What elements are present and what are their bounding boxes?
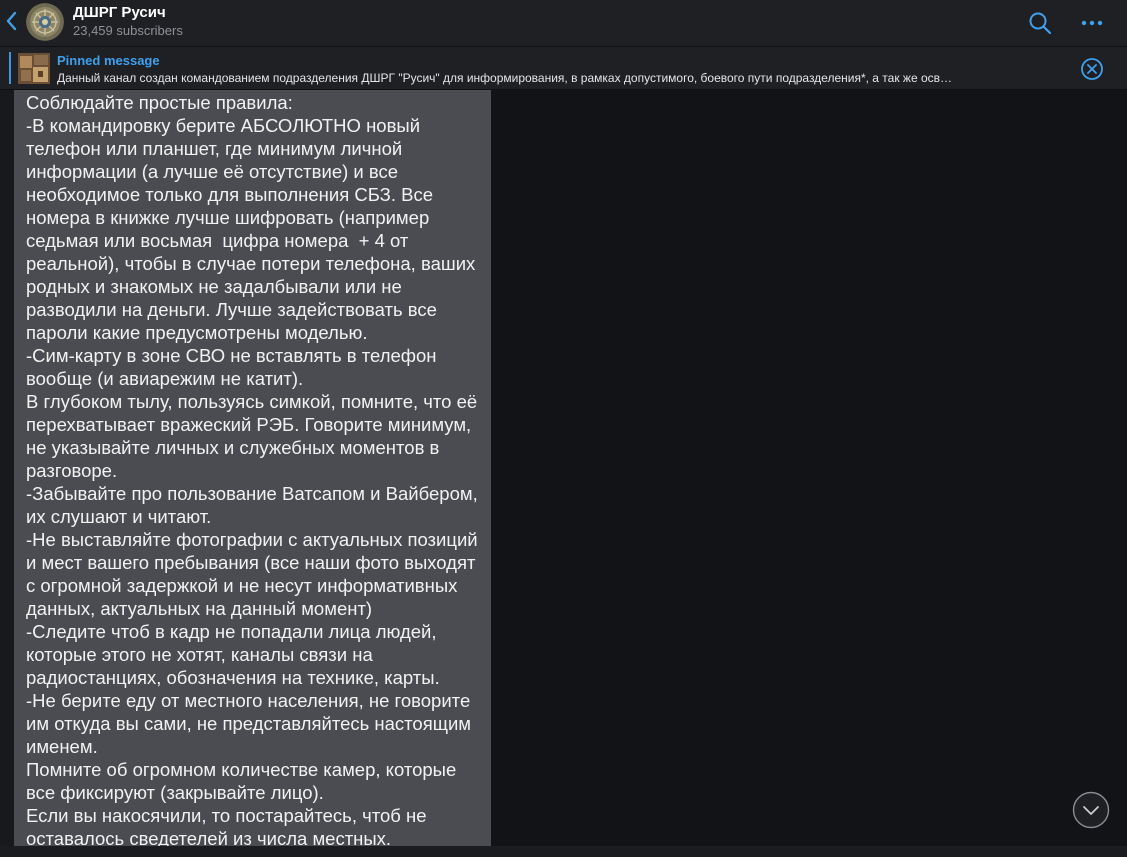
pinned-title: Pinned message — [57, 53, 160, 68]
message-text: Соблюдайте простые правила: -В командиро… — [26, 92, 478, 846]
chat-left-gutter — [0, 90, 14, 857]
more-icon[interactable] — [1080, 13, 1104, 33]
pinned-text: Данный канал создан командованием подраз… — [57, 71, 953, 85]
message-bubble[interactable]: Соблюдайте простые правила: -В командиро… — [14, 90, 491, 846]
pinned-thumbnail — [18, 53, 50, 84]
chevron-down-circle-icon[interactable] — [1072, 791, 1110, 829]
bottom-edge — [0, 846, 1127, 857]
pinned-message-bar[interactable]: Pinned message Данный канал создан коман… — [0, 46, 1127, 90]
channel-avatar[interactable] — [26, 3, 64, 41]
search-icon[interactable] — [1028, 11, 1052, 35]
message-area[interactable]: Соблюдайте простые правила: -В командиро… — [0, 90, 1127, 857]
channel-title[interactable]: ДШРГ Русич — [73, 5, 166, 21]
pinned-accent-bar — [9, 52, 11, 84]
chat-header: ДШРГ Русич 23,459 subscribers — [0, 0, 1127, 46]
close-circle-icon[interactable] — [1080, 57, 1104, 81]
chevron-left-icon[interactable] — [4, 9, 20, 33]
subscriber-count: 23,459 subscribers — [73, 23, 183, 38]
